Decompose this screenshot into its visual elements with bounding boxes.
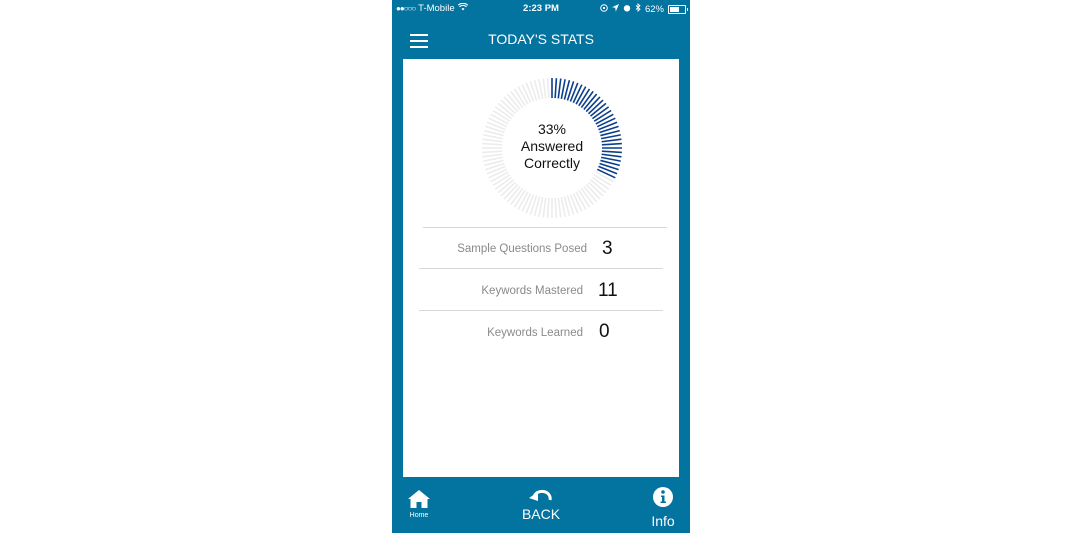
ring-tick-inactive xyxy=(542,78,547,99)
bluetooth-icon xyxy=(635,2,641,15)
ring-tick-inactive xyxy=(546,78,550,99)
stat-value: 11 xyxy=(598,280,618,301)
home-label: Home xyxy=(409,512,429,519)
page-title: TODAY'S STATS xyxy=(488,31,594,47)
divider xyxy=(419,268,663,269)
stat-value: 3 xyxy=(602,238,613,259)
battery-percent: 62% xyxy=(644,3,664,15)
back-label: BACK xyxy=(521,506,561,522)
phone-screen: ●●○○○ T-Mobile 2:23 PM 62% TODAY'S STATS… xyxy=(392,0,690,533)
info-icon xyxy=(653,487,673,507)
ring-label-line2: Answered xyxy=(520,138,584,154)
info-label: Info xyxy=(651,513,675,529)
divider xyxy=(423,227,667,228)
battery-icon xyxy=(668,4,688,14)
alarm-icon xyxy=(623,4,631,15)
home-button[interactable]: Home xyxy=(405,489,433,519)
ring-label: 33% Answered Correctly xyxy=(481,121,623,172)
stat-label: Keywords Learned xyxy=(487,327,583,339)
ring-tick-inactive xyxy=(542,197,547,218)
ring-tick-inactive xyxy=(557,197,562,218)
divider xyxy=(419,310,663,311)
ring-tick-inactive xyxy=(546,197,550,218)
status-bar: ●●○○○ T-Mobile 2:23 PM 62% xyxy=(392,0,690,17)
stat-row-keywords-mastered: Keywords Mastered 11 xyxy=(403,271,679,311)
stat-row-keywords-learned: Keywords Learned 0 xyxy=(403,313,679,353)
stat-label: Sample Questions Posed xyxy=(457,243,587,255)
ring-tick-inactive xyxy=(554,197,558,218)
location-icon xyxy=(611,3,619,15)
ring-tick-active xyxy=(557,78,562,99)
back-arrow-icon xyxy=(529,489,552,501)
app-header: TODAY'S STATS xyxy=(392,17,690,59)
back-button[interactable]: BACK xyxy=(516,489,566,522)
home-icon xyxy=(408,490,430,508)
ring-label-line3: Correctly xyxy=(523,155,580,171)
stats-card: 33% Answered Correctly Sample Questions … xyxy=(403,59,679,477)
percent-correct: 33% xyxy=(537,121,567,137)
bottom-nav: Home BACK Info xyxy=(392,477,690,533)
stat-row-sample-questions: Sample Questions Posed 3 xyxy=(403,230,679,270)
ring-tick-active xyxy=(554,78,558,99)
stat-value: 0 xyxy=(599,321,610,342)
info-button[interactable]: Info xyxy=(648,487,678,529)
stat-label: Keywords Mastered xyxy=(481,285,583,297)
rotation-lock-icon xyxy=(600,3,608,15)
